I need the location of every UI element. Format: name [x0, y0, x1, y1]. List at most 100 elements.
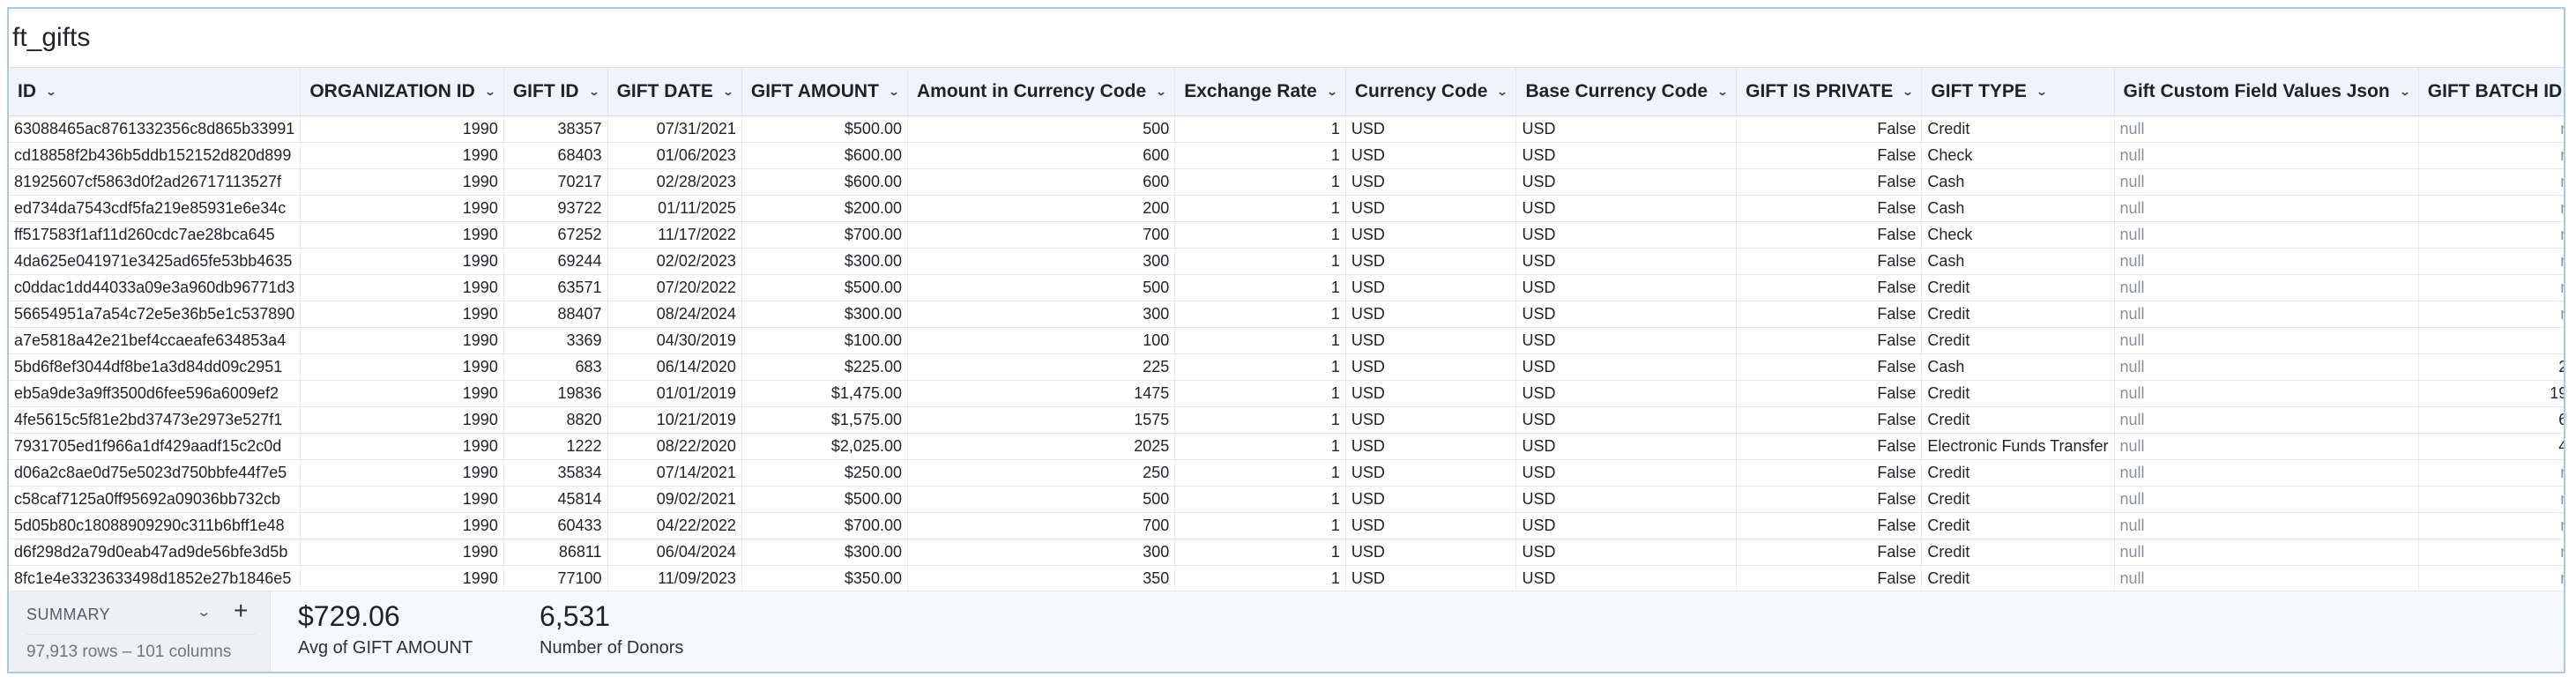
column-header[interactable]: ORGANIZATION ID ⌄ [300, 67, 504, 116]
table-cell: $1,475.00 [741, 380, 908, 407]
table-cell: USD [1515, 380, 1738, 407]
chevron-down-icon[interactable]: ⌄ [45, 86, 56, 98]
table-cell: 1222 [503, 433, 608, 460]
table-cell: $350.00 [741, 565, 908, 591]
table-cell: USD [1515, 248, 1738, 275]
chevron-down-icon[interactable]: ⌄ [888, 86, 899, 98]
header-row: ID ⌄ ORGANIZATION ID ⌄ GIFT ID ⌄ GIFT DATE ⌄ GIF… [9, 67, 2564, 116]
table-row[interactable]: d6f298d2a79d0eab47ad9de56bfe3d5b 1990 8681… [9, 539, 2564, 566]
chevron-down-icon[interactable]: ⌄ [1326, 86, 1337, 98]
table-cell: d06a2c8ae0d75e5023d750bbfe44f7e5 [9, 459, 302, 487]
chevron-down-icon[interactable]: ⌄ [2399, 86, 2410, 98]
table-row[interactable]: ff517583f1af11d260cdc7ae28bca645 1990 6725… [9, 221, 2564, 249]
column-header[interactable]: Gift Custom Field Values Json ⌄ [2114, 67, 2419, 116]
table-cell: 1990 [300, 301, 504, 328]
table-row[interactable]: cd18858f2b436b5ddb152152d820d899 1990 6840… [9, 142, 2564, 169]
table-cell: 35834 [503, 459, 608, 487]
summary-label: SUMMARY [26, 606, 111, 623]
table-cell: 600 [907, 168, 1176, 196]
table-cell: 38357 [503, 115, 608, 143]
table-cell: Check [1921, 142, 2115, 169]
table-cell: 500 [907, 274, 1176, 301]
table-row[interactable]: 56654951a7a54c72e5e36b5e1c537890 1990 8840… [9, 301, 2564, 328]
table-row[interactable]: 5bd6f8ef3044df8be1a3d84dd09c2951 1990 683 0… [9, 353, 2564, 381]
column-header[interactable]: Amount in Currency Code ⌄ [907, 67, 1176, 116]
chevron-down-icon[interactable]: ⌄ [196, 604, 212, 620]
table-cell: USD [1345, 142, 1517, 169]
plus-icon[interactable]: + [234, 597, 248, 625]
table-cell: USD [1345, 274, 1517, 301]
table-row[interactable]: 81925607cf5863d0f2ad26717113527f 1990 7021… [9, 168, 2564, 196]
table-cell: 04/30/2019 [607, 327, 742, 354]
table-cell: $300.00 [741, 248, 908, 275]
resize-handle[interactable] [9, 9, 11, 11]
table-cell: False [1736, 248, 1923, 275]
column-header[interactable]: GIFT ID ⌄ [503, 67, 608, 116]
column-header[interactable]: Base Currency Code ⌄ [1515, 67, 1738, 116]
chevron-down-icon[interactable]: ⌄ [588, 86, 599, 98]
table-cell: Credit [1921, 274, 2115, 301]
table-row[interactable]: eb5a9de3a9ff3500d6fee596a6009ef2 1990 1983… [9, 380, 2564, 407]
table-cell: null [2418, 248, 2564, 275]
table-cell: Credit [1921, 512, 2115, 539]
column-header-label: GIFT ID [512, 81, 579, 101]
table-row[interactable]: 63088465ac8761332356c8d865b33991 1990 3835… [9, 115, 2564, 143]
column-header[interactable]: GIFT TYPE ⌄ [1921, 67, 2115, 116]
table-cell: $225.00 [741, 353, 908, 381]
table-cell: Credit [1921, 301, 2115, 328]
table-cell: USD [1515, 327, 1738, 354]
column-header[interactable]: Exchange Rate ⌄ [1174, 67, 1346, 116]
chevron-down-icon[interactable]: ⌄ [1902, 86, 1914, 98]
table-cell: False [1736, 327, 1923, 354]
column-header[interactable]: GIFT IS PRIVATE ⌄ [1736, 67, 1923, 116]
chevron-down-icon[interactable]: ⌄ [484, 86, 495, 98]
table-cell: null [2418, 221, 2564, 249]
table-cell: 56654951a7a54c72e5e36b5e1c537890 [9, 301, 302, 328]
table-body: 63088465ac8761332356c8d865b33991 1990 3835… [9, 115, 2564, 591]
table-cell: $600.00 [741, 168, 908, 196]
table-row[interactable]: 7931705ed1f966a1df429aadf15c2c0d 1990 1222… [9, 433, 2564, 460]
table-row[interactable]: a7e5818a42e21bef4ccaeafe634853a4 1990 3369… [9, 327, 2564, 354]
table-cell: 4da625e041971e3425ad65fe53bb4635 [9, 248, 302, 275]
table-cell: $1,575.00 [741, 406, 908, 434]
table-row[interactable]: d06a2c8ae0d75e5023d750bbfe44f7e5 1990 3583… [9, 459, 2564, 487]
column-header[interactable]: ID ⌄ [9, 67, 302, 116]
table-cell: null [2114, 221, 2419, 249]
table-row[interactable]: 5d05b80c18088909290c311b6bff1e48 1990 6043… [9, 512, 2564, 539]
table-row[interactable]: 8fc1e4e3323633498d1852e27b1846e5 1990 7710… [9, 565, 2564, 591]
column-header[interactable]: GIFT AMOUNT ⌄ [741, 67, 908, 116]
table-row[interactable]: c0ddac1dd44033a09e3a960db96771d3 1990 6357… [9, 274, 2564, 301]
table-cell: eb5a9de3a9ff3500d6fee596a6009ef2 [9, 380, 302, 407]
table-cell: USD [1345, 459, 1517, 487]
table-cell: ff517583f1af11d260cdc7ae28bca645 [9, 221, 302, 249]
table-cell: null [2114, 459, 2419, 487]
table-cell: 01/11/2025 [607, 195, 742, 222]
table-cell: 45814 [503, 486, 608, 513]
table-cell: 02/28/2023 [607, 168, 742, 196]
table-cell: 700 [907, 221, 1176, 249]
table-cell: 1990 [300, 221, 504, 249]
table-cell: 67252 [503, 221, 608, 249]
chevron-down-icon[interactable]: ⌄ [1717, 86, 1729, 98]
table-row[interactable]: 4da625e041971e3425ad65fe53bb4635 1990 6924… [9, 248, 2564, 275]
column-header[interactable]: GIFT BATCH ID⌄ [2418, 67, 2564, 116]
table-cell: c58caf7125a0ff95692a09036bb732cb [9, 486, 302, 513]
chevron-down-icon[interactable]: ⌄ [1156, 86, 1167, 98]
column-header[interactable]: GIFT DATE ⌄ [607, 67, 742, 116]
table-cell: USD [1515, 565, 1738, 591]
table-cell: 200 [907, 195, 1176, 222]
table-row[interactable]: ed734da7543cdf5fa219e85931e6e34c 1990 9372… [9, 195, 2564, 222]
table-cell: null [2114, 486, 2419, 513]
column-header[interactable]: Currency Code ⌄ [1345, 67, 1517, 116]
table-cell: 88407 [503, 301, 608, 328]
table-cell: Cash [1921, 353, 2115, 381]
table-row[interactable]: c58caf7125a0ff95692a09036bb732cb 1990 4581… [9, 486, 2564, 513]
chevron-down-icon[interactable]: ⌄ [2036, 86, 2047, 98]
table-cell: 1475 [907, 380, 1176, 407]
column-header-label: Amount in Currency Code [916, 81, 1147, 101]
chevron-down-icon[interactable]: ⌄ [1497, 86, 1508, 98]
table-row[interactable]: 4fe5615c5f81e2bd37473e2973e527f1 1990 8820… [9, 406, 2564, 434]
resize-handle[interactable] [2562, 9, 2564, 11]
chevron-down-icon[interactable]: ⌄ [722, 86, 733, 98]
table-cell: 1990 [300, 433, 504, 460]
